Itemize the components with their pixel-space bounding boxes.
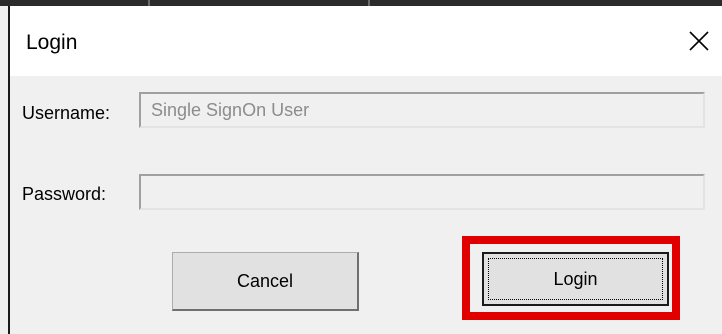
login-button-label: Login	[553, 268, 598, 289]
login-dialog: Login Username: Password: Cancel Login	[8, 6, 722, 334]
close-button[interactable]	[676, 20, 722, 64]
username-field[interactable]	[139, 92, 705, 128]
username-label: Username:	[22, 103, 111, 123]
cancel-button-label: Cancel	[236, 270, 294, 291]
password-field[interactable]	[139, 174, 705, 210]
screen: Login Username: Password: Cancel Login	[0, 0, 722, 334]
close-icon	[689, 31, 709, 51]
dialog-titlebar[interactable]: Login	[10, 6, 722, 76]
password-label: Password:	[22, 184, 107, 204]
login-button[interactable]: Login	[482, 252, 669, 306]
dialog-title: Login	[26, 31, 78, 54]
cancel-button[interactable]: Cancel	[172, 252, 359, 311]
